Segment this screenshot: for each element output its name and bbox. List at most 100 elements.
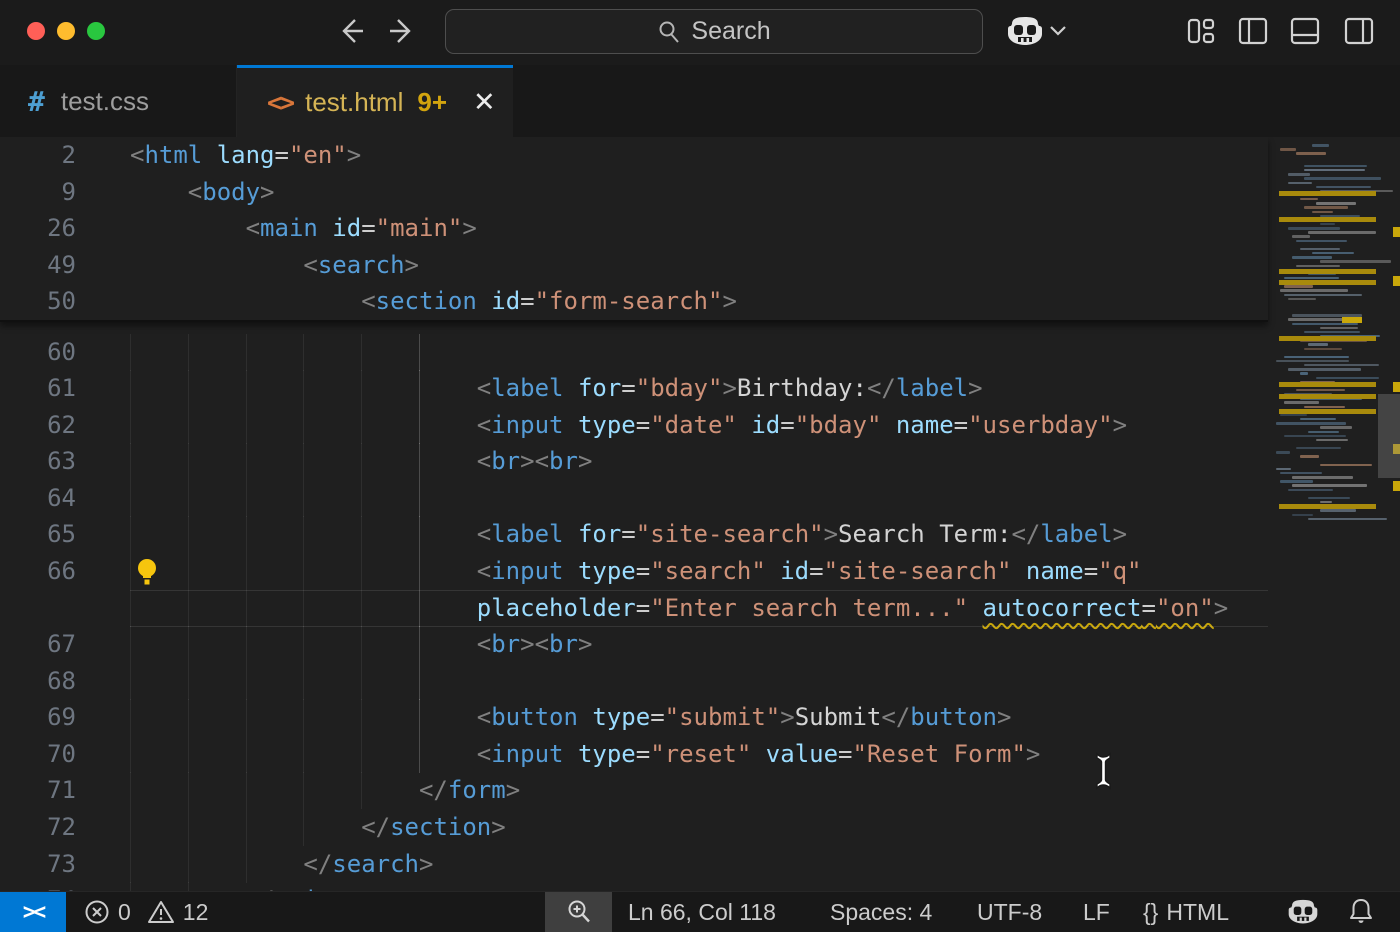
toggle-primary-sidebar-icon[interactable] (1238, 16, 1268, 46)
line-number: 68 (0, 663, 76, 700)
sticky-line[interactable]: 50 <section id="form-search"> (0, 283, 1268, 320)
sticky-scroll[interactable]: 2<html lang="en">9 <body>26 <main id="ma… (0, 137, 1268, 322)
sticky-line[interactable]: 26 <main id="main"> (0, 210, 1268, 247)
code-line[interactable]: 69 <button type="submit">Submit</button> (0, 699, 1268, 736)
code-text: <br><br> (130, 443, 592, 480)
minimap[interactable] (1270, 137, 1400, 891)
minimap-warning-bar (1279, 394, 1376, 399)
notifications-bell-icon[interactable] (1347, 892, 1375, 932)
cursor-position-status[interactable]: Ln 66, Col 118 (628, 892, 776, 932)
problems-status[interactable]: 0 12 (84, 892, 208, 932)
minimap-line (1292, 256, 1332, 258)
toggle-panel-icon[interactable] (1290, 16, 1320, 46)
forward-arrow-icon[interactable] (386, 14, 420, 48)
code-line[interactable]: 62 <input type="date" id="bday" name="us… (0, 407, 1268, 444)
eol-status[interactable]: LF (1083, 892, 1110, 932)
line-number: 61 (0, 370, 76, 407)
code-line[interactable]: 60 (0, 334, 1268, 371)
remote-indicator[interactable]: >< (0, 892, 66, 932)
code-text: <label for="bday">Birthday:</label> (130, 370, 983, 407)
minimap-warning-chip (1342, 317, 1362, 323)
copilot-icon[interactable] (1006, 16, 1044, 48)
indentation-status[interactable]: Spaces: 4 (830, 892, 932, 932)
indent-guide (361, 663, 362, 700)
zoom-status-item[interactable] (545, 892, 612, 932)
indent-guide (361, 334, 362, 371)
indent-guide (130, 334, 131, 371)
css-file-icon: # (28, 85, 45, 118)
minimap-line (1320, 327, 1358, 329)
close-tab-icon[interactable]: ✕ (473, 87, 496, 118)
copilot-status-icon[interactable] (1287, 892, 1319, 932)
code-line[interactable]: 72 </section> (0, 809, 1268, 846)
code-line[interactable]: 74 </main> (0, 882, 1268, 891)
code-line[interactable]: 67 <br><br> (0, 626, 1268, 663)
code-line[interactable]: 66 <input type="search" id="site-search"… (0, 553, 1268, 590)
remote-icon: >< (23, 900, 44, 925)
close-window-button[interactable] (27, 22, 45, 40)
code-line[interactable]: 71 </form> (0, 772, 1268, 809)
line-number: 69 (0, 699, 76, 736)
tab-label: test.css (61, 86, 149, 117)
indent-guide (246, 334, 247, 371)
minimap-warning-bar (1279, 409, 1376, 414)
minimap-line (1316, 186, 1371, 188)
chevron-down-icon[interactable] (1048, 24, 1068, 38)
editor-pane[interactable]: 6061 <label for="bday">Birthday:</label>… (0, 137, 1400, 891)
search-input[interactable]: Search (445, 9, 983, 54)
code-line[interactable]: 61 <label for="bday">Birthday:</label> (0, 370, 1268, 407)
minimap-line (1320, 426, 1352, 428)
minimap-line (1304, 406, 1345, 408)
line-number: 64 (0, 480, 76, 517)
maximize-window-button[interactable] (87, 22, 105, 40)
code-line[interactable]: 63 <br><br> (0, 443, 1268, 480)
minimap-line (1300, 372, 1308, 374)
tab-test-css[interactable]: # test.css (0, 65, 237, 137)
active-indent-guide (419, 334, 420, 371)
code-line[interactable]: 68 (0, 663, 1268, 700)
minimap-line (1308, 231, 1376, 233)
code-line[interactable]: 73 </search> (0, 846, 1268, 883)
overview-ruler-warning-mark (1393, 227, 1400, 237)
zoom-in-icon (565, 898, 593, 926)
minimap-line (1288, 173, 1310, 175)
scrollbar-thumb[interactable] (1378, 394, 1400, 478)
code-line[interactable]: 64 (0, 480, 1268, 517)
minimap-line (1292, 235, 1310, 237)
encoding-status[interactable]: UTF-8 (977, 892, 1042, 932)
minimap-line (1284, 277, 1339, 279)
minimize-window-button[interactable] (57, 22, 75, 40)
sticky-line[interactable]: 2<html lang="en"> (0, 137, 1268, 174)
back-arrow-icon[interactable] (333, 14, 367, 48)
language-mode-status[interactable]: {} HTML (1143, 892, 1229, 932)
indent-guide (246, 663, 247, 700)
sticky-line[interactable]: 9 <body> (0, 174, 1268, 211)
code-text: <input type="search" id="site-search" na… (130, 553, 1142, 590)
minimap-line (1296, 240, 1347, 242)
sticky-line[interactable]: 49 <search> (0, 247, 1268, 284)
line-number: 72 (0, 809, 76, 846)
code-text: <html lang="en"> (130, 137, 361, 174)
warning-icon (147, 899, 175, 925)
minimap-warning-bar (1279, 269, 1376, 274)
minimap-line (1300, 418, 1336, 420)
minimap-line (1320, 260, 1391, 262)
line-number: 26 (0, 210, 76, 247)
tab-test-html[interactable]: <> test.html 9+ ✕ (237, 65, 513, 137)
code-text: <main id="main"> (130, 210, 477, 247)
toggle-secondary-sidebar-icon[interactable] (1344, 16, 1374, 46)
line-number: 73 (0, 846, 76, 883)
indent-guide (303, 334, 304, 371)
lightbulb-icon[interactable] (134, 558, 160, 586)
minimap-line (1276, 451, 1290, 453)
minimap-line (1288, 182, 1312, 184)
minimap-line (1284, 401, 1319, 403)
code-line[interactable]: 70 <input type="reset" value="Reset Form… (0, 736, 1268, 773)
code-text: <label for="site-search">Search Term:</l… (130, 516, 1127, 553)
minimap-line (1300, 198, 1318, 200)
customize-layout-icon[interactable] (1187, 16, 1215, 46)
minimap-warning-bar (1279, 217, 1376, 222)
minimap-line (1288, 489, 1333, 491)
code-line[interactable]: 65 <label for="site-search">Search Term:… (0, 516, 1268, 553)
tab-label: test.html (305, 87, 403, 118)
